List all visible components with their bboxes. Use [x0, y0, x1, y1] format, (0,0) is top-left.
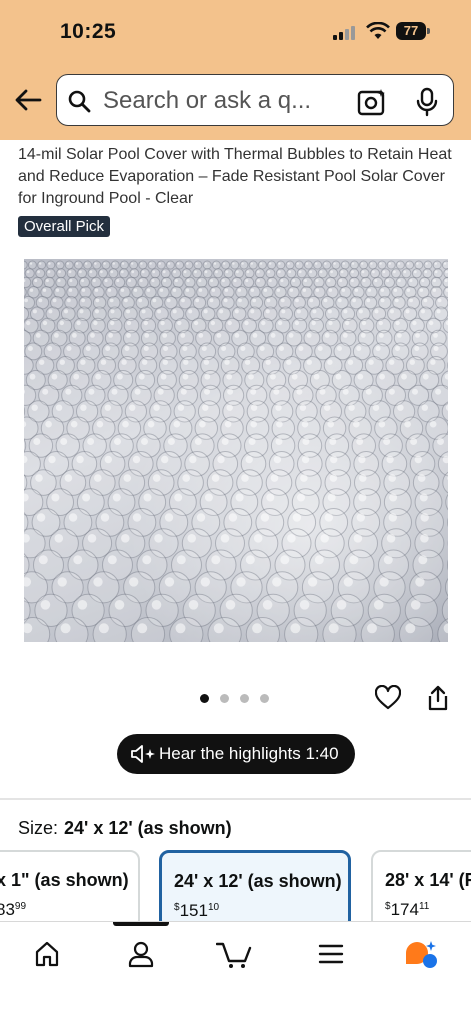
account-icon[interactable] [126, 939, 156, 969]
price-whole: 151 [180, 901, 208, 920]
cart-icon[interactable] [216, 939, 252, 969]
product-image[interactable] [24, 259, 448, 642]
size-option-name: x 1" (as shown) [0, 870, 129, 891]
bottom-tab-bar [0, 921, 471, 1021]
camera-search-icon[interactable] [357, 88, 387, 116]
carousel-dot-1[interactable] [200, 694, 209, 703]
heart-icon[interactable] [375, 685, 401, 711]
highlights-label: Hear the highlights 1:40 [159, 744, 339, 764]
search-placeholder: Search or ask a q... [103, 87, 311, 115]
size-option-price: $15110 [174, 901, 219, 921]
carousel-dot-2[interactable] [220, 694, 229, 703]
battery-indicator: 77 [396, 22, 426, 40]
price-cents: 10 [208, 902, 219, 913]
price-cents: 11 [419, 901, 429, 912]
section-divider [0, 798, 471, 800]
rufus-icon[interactable] [404, 939, 438, 969]
size-option-price: $17411 [385, 900, 429, 920]
menu-icon[interactable] [316, 939, 346, 969]
size-option-card-selected[interactable]: 24' x 12' (as shown) $15110 [159, 850, 351, 930]
clock: 10:25 [60, 20, 116, 44]
size-option-card[interactable]: x 1" (as shown) 8399 [0, 850, 140, 930]
size-selected-value: 24' x 12' (as shown) [64, 818, 232, 838]
microphone-icon[interactable] [415, 87, 439, 117]
size-label: Size: [18, 818, 58, 838]
price-cents: 99 [15, 901, 26, 912]
bubble-texture [24, 259, 448, 642]
price-whole: 174 [391, 900, 419, 919]
size-selector-label: Size: 24' x 12' (as shown) [18, 818, 232, 839]
size-option-card[interactable]: 28' x 14' (R $17411 [371, 850, 471, 930]
back-arrow-icon[interactable] [12, 84, 44, 116]
wifi-icon [366, 22, 390, 40]
image-carousel-dots[interactable] [200, 694, 280, 704]
carousel-dot-3[interactable] [240, 694, 249, 703]
speaker-sparkle-icon [131, 745, 157, 763]
size-option-price: 8399 [0, 900, 26, 920]
search-input[interactable]: Search or ask a q... [56, 74, 454, 126]
carousel-dot-4[interactable] [260, 694, 269, 703]
size-option-name: 28' x 14' (R [385, 870, 471, 891]
home-icon[interactable] [32, 939, 62, 969]
share-icon[interactable] [427, 685, 449, 711]
status-bar: 10:25 77 [0, 0, 471, 62]
active-tab-indicator [113, 922, 169, 926]
size-option-name: 24' x 12' (as shown) [174, 871, 342, 892]
product-title: 14-mil Solar Pool Cover with Thermal Bub… [18, 144, 463, 210]
signal-icon [333, 24, 359, 40]
search-icon [67, 89, 91, 113]
price-whole: 83 [0, 900, 15, 919]
overall-pick-badge: Overall Pick [18, 216, 110, 237]
search-header: Search or ask a q... [0, 62, 471, 140]
hear-highlights-button[interactable]: Hear the highlights 1:40 [117, 734, 355, 774]
